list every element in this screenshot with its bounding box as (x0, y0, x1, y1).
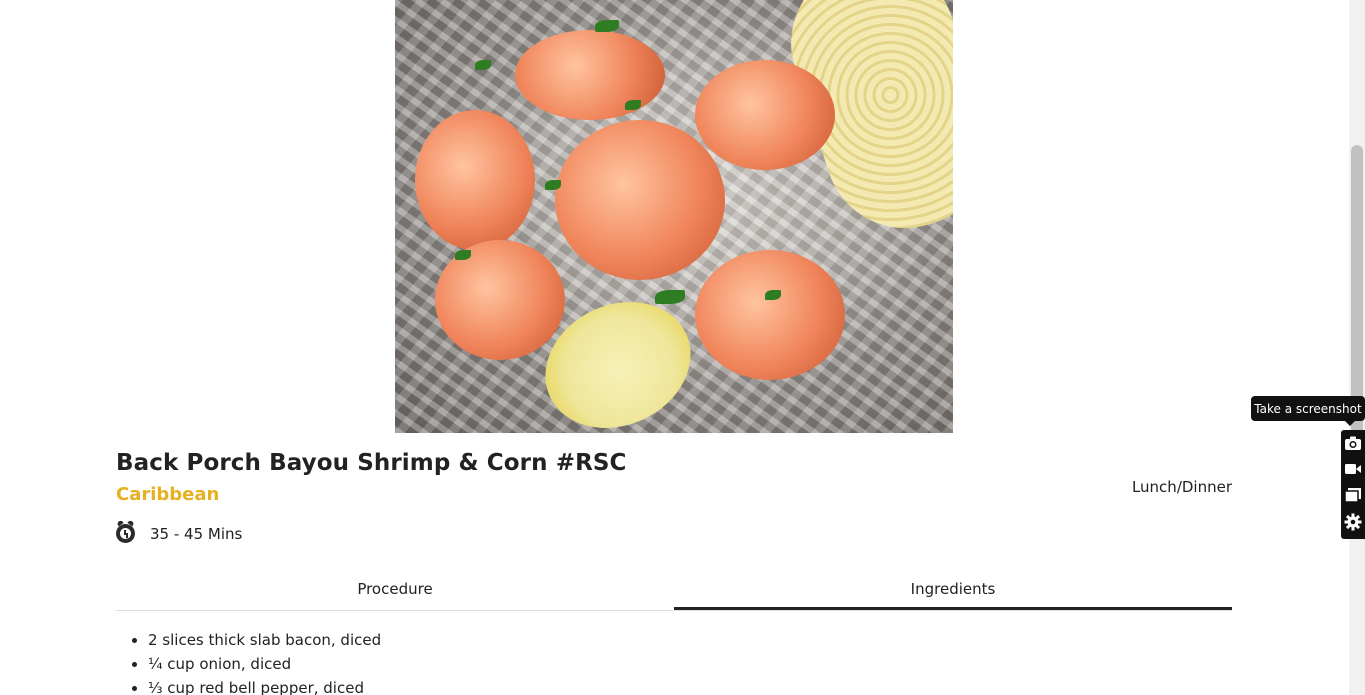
recipe-cuisine: Caribbean (116, 484, 220, 505)
page-scrollbar[interactable] (1349, 0, 1365, 695)
herb-2 (625, 100, 641, 110)
shrimp-3 (515, 30, 665, 120)
gear-icon[interactable] (1344, 513, 1362, 531)
meal-type: Lunch/Dinner (1131, 478, 1232, 496)
video-camera-icon[interactable] (1344, 460, 1362, 478)
list-item: 2 slices thick slab bacon, diced (148, 628, 381, 652)
recipe-tabs: Procedure Ingredients (116, 570, 1232, 611)
capture-toolbar (1341, 430, 1365, 539)
list-item: ¼ cup onion, diced (148, 652, 381, 676)
recipe-page: Back Porch Bayou Shrimp & Corn #RSC Cari… (0, 0, 1349, 695)
recipe-photo (395, 0, 953, 433)
tab-ingredients[interactable]: Ingredients (674, 570, 1232, 610)
cook-time-label: 35 - 45 Mins (150, 524, 243, 543)
list-item: ⅓ cup red bell pepper, diced (148, 676, 381, 695)
shrimp-6 (555, 120, 725, 280)
herb-1 (475, 60, 491, 70)
window-icon[interactable] (1344, 486, 1362, 504)
ingredients-list: 2 slices thick slab bacon, diced ¼ cup o… (116, 628, 381, 695)
cook-time: 35 - 45 Mins (116, 519, 243, 543)
herb-3 (545, 180, 561, 190)
herb-5 (455, 250, 471, 260)
camera-icon[interactable] (1344, 434, 1362, 452)
shrimp-1 (695, 60, 835, 170)
herb-4 (655, 290, 685, 304)
herb-7 (765, 290, 781, 300)
screenshot-tooltip: Take a screenshot (1251, 396, 1365, 426)
shrimp-2 (415, 110, 535, 250)
herb-6 (595, 20, 619, 32)
tab-procedure[interactable]: Procedure (116, 570, 674, 610)
alarm-clock-icon (116, 519, 135, 543)
recipe-title: Back Porch Bayou Shrimp & Corn #RSC (116, 450, 627, 476)
shrimp-5 (695, 250, 845, 380)
